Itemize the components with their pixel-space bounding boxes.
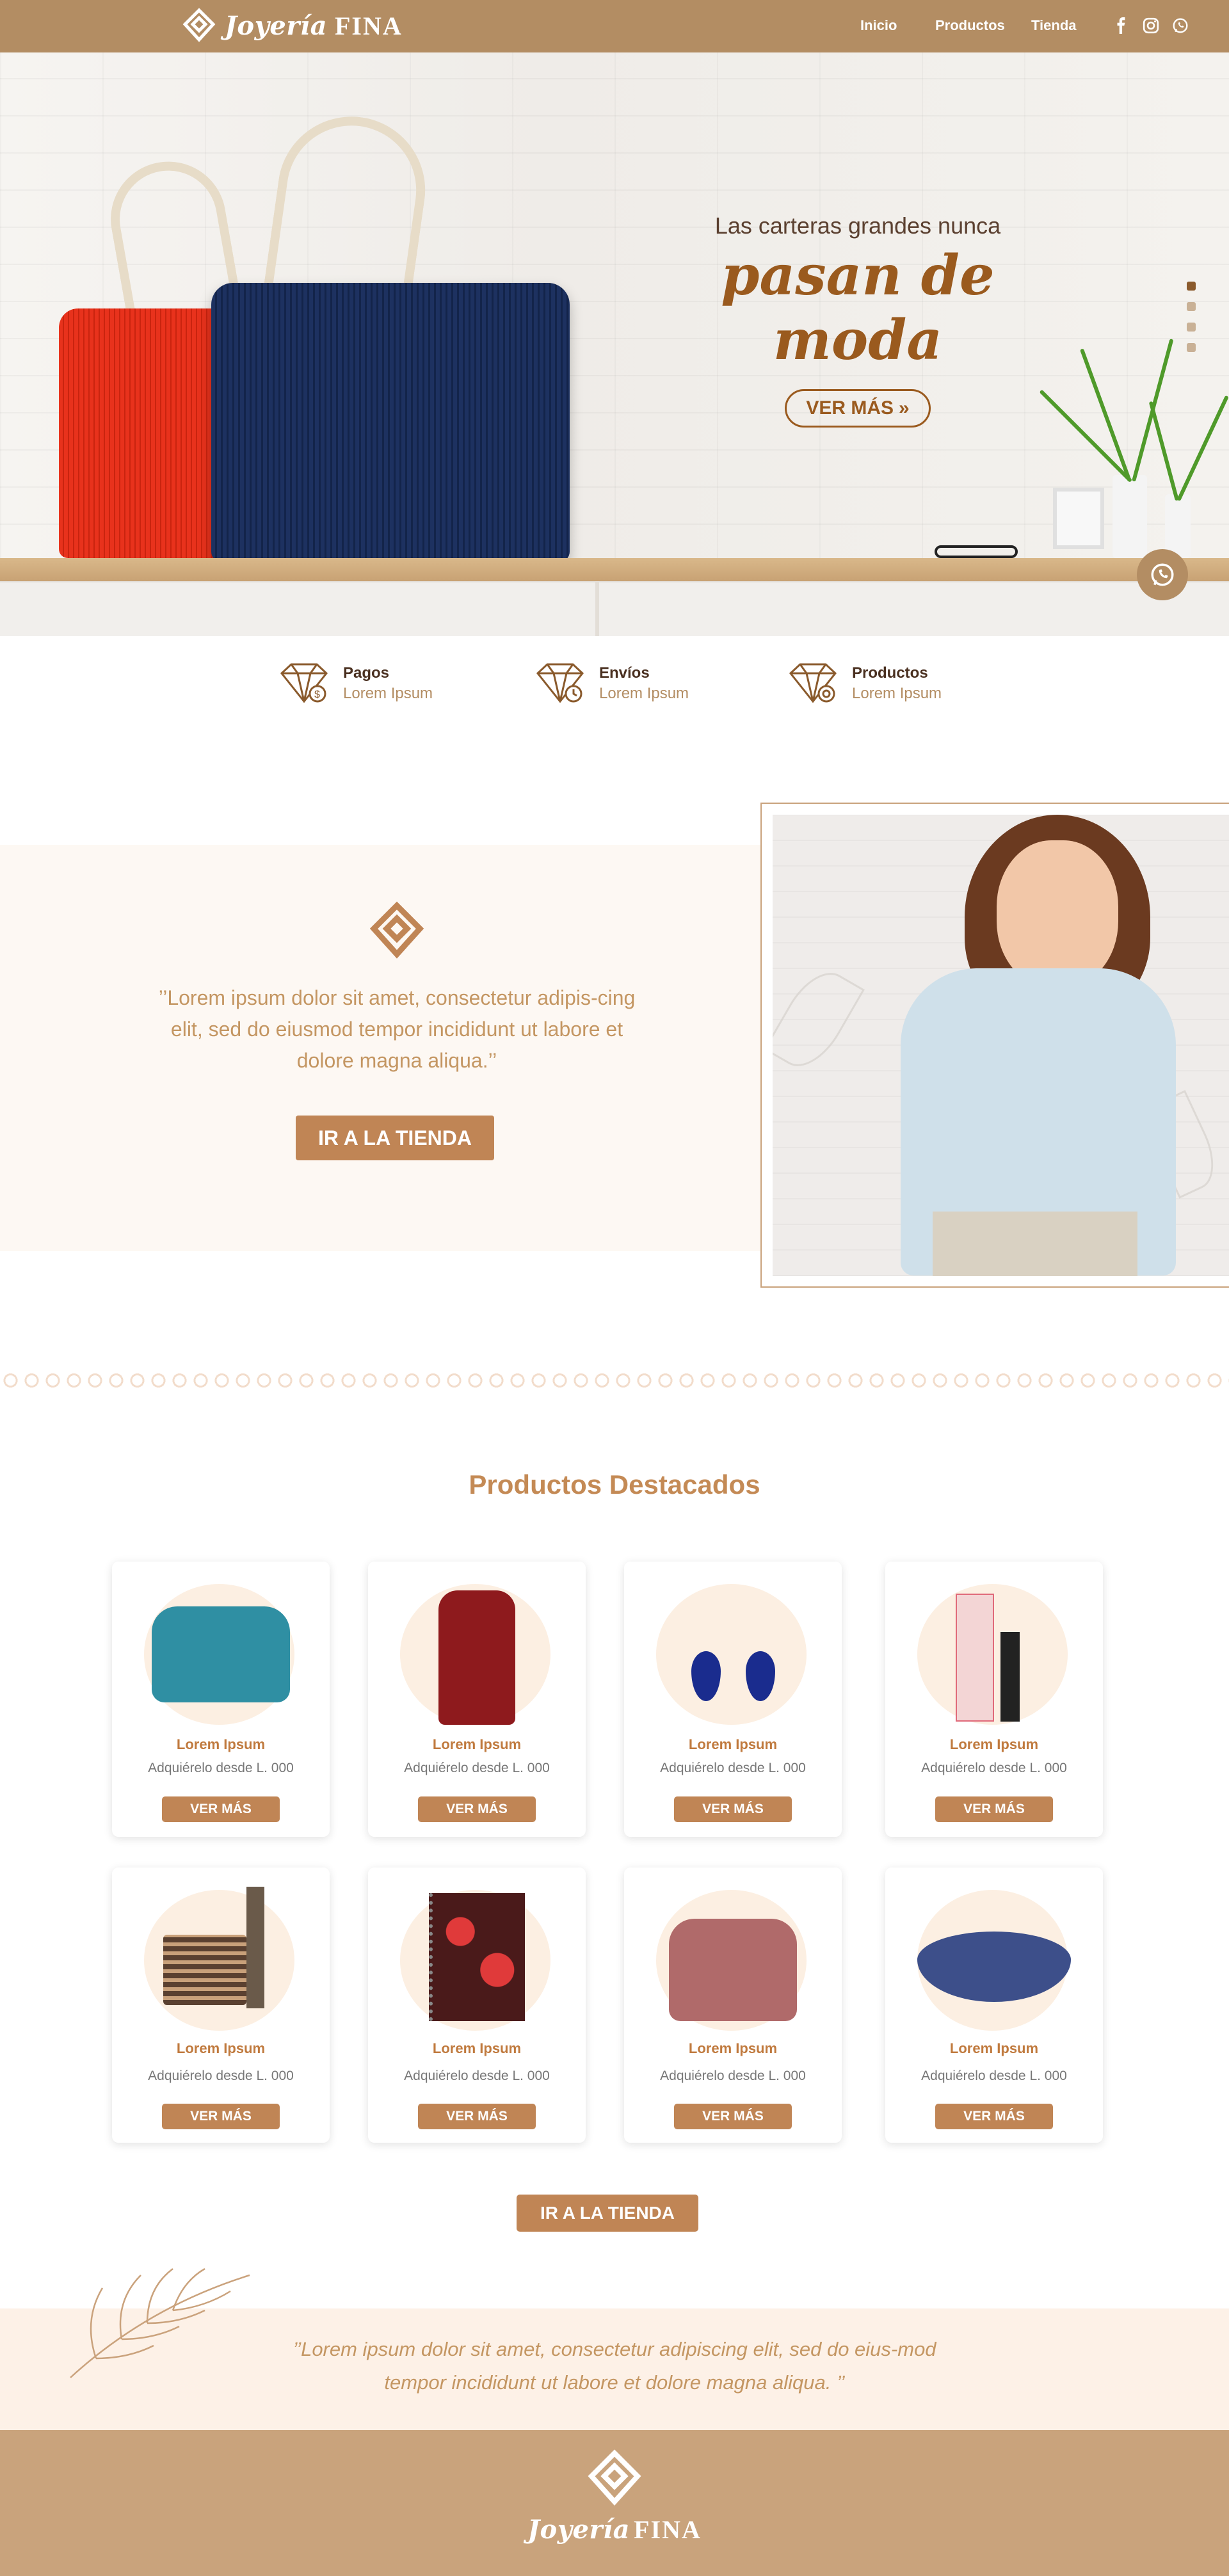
teal-bag-image xyxy=(152,1606,290,1702)
lipstick-box-image xyxy=(956,1594,994,1722)
feature-title: Pagos xyxy=(343,664,390,682)
whatsapp-float-button[interactable] xyxy=(1137,549,1188,600)
about-store-button[interactable]: IR A LA TIENDA xyxy=(296,1116,494,1160)
product-name: Lorem Ipsum xyxy=(176,1736,266,1752)
facebook-icon[interactable] xyxy=(1113,17,1130,35)
hero-subtitle: Las carteras grandes nunca xyxy=(714,212,1001,239)
feature-envios: Envíos Lorem Ipsum xyxy=(531,659,689,708)
product-name: Lorem Ipsum xyxy=(432,2040,522,2056)
whatsapp-icon xyxy=(1151,563,1174,586)
product-name: Lorem Ipsum xyxy=(432,1736,522,1752)
footer-brand-script: Joyería xyxy=(527,2515,631,2545)
nav-productos[interactable]: Productos xyxy=(935,17,1005,34)
carousel-dot[interactable] xyxy=(1187,302,1196,311)
diamond-logo-icon xyxy=(588,2449,641,2506)
testimonial-quote: ’’Lorem ipsum dolor sit amet, consectetu… xyxy=(293,2338,936,2394)
plant-pot xyxy=(1165,494,1191,558)
product-name: Lorem Ipsum xyxy=(176,2040,266,2056)
product-ver-mas-button[interactable]: VER MÁS xyxy=(418,2104,536,2129)
product-ver-mas-button[interactable]: VER MÁS xyxy=(935,2104,1053,2129)
product-card[interactable]: Lorem Ipsum Adquiérelo desde L. 000 VER … xyxy=(885,1868,1103,2143)
svg-text:$: $ xyxy=(314,689,320,700)
belt-image xyxy=(246,1887,264,2008)
product-price: Adquiérelo desde L. 000 xyxy=(921,2068,1067,2083)
photo-frame-decor xyxy=(1053,488,1104,549)
products-title: Productos Destacados xyxy=(469,1469,760,1500)
decorative-pattern-divider xyxy=(0,1370,1229,1391)
product-card[interactable]: Lorem Ipsum Adquiérelo desde L. 000 VER … xyxy=(624,1868,842,2143)
product-name: Lorem Ipsum xyxy=(949,1736,1039,1752)
plant-pot xyxy=(1113,475,1147,558)
footer-logo[interactable]: Joyería FINA xyxy=(0,2448,1229,2545)
top-nav: Joyería FINA Inicio Productos Tienda xyxy=(0,0,1229,52)
feature-pagos: $ Pagos Lorem Ipsum xyxy=(275,659,433,708)
brand-caps: FINA xyxy=(334,11,403,40)
brand-logo[interactable]: Joyería FINA xyxy=(181,8,403,44)
shelf xyxy=(0,558,1229,581)
product-ver-mas-button[interactable]: VER MÁS xyxy=(935,1796,1053,1822)
carousel-dots xyxy=(1187,282,1196,352)
product-name: Lorem Ipsum xyxy=(688,2040,778,2056)
product-price: Adquiérelo desde L. 000 xyxy=(404,1761,550,1775)
social-links xyxy=(1113,17,1189,35)
diamond-logo-icon xyxy=(182,8,216,42)
feature-subtitle: Lorem Ipsum xyxy=(852,685,942,702)
diamond-dollar-icon: $ xyxy=(280,663,328,703)
about-quote: ’’Lorem ipsum dolor sit amet, consectetu… xyxy=(158,986,636,1072)
feature-title: Productos xyxy=(852,664,928,682)
glasses-decor xyxy=(935,545,1018,558)
footer-brand-caps: FINA xyxy=(634,2515,702,2544)
feature-productos: Productos Lorem Ipsum xyxy=(784,659,942,708)
product-price: Adquiérelo desde L. 000 xyxy=(148,1761,294,1775)
product-card[interactable]: Lorem Ipsum Adquiérelo desde L. 000 VER … xyxy=(112,1562,330,1837)
product-name: Lorem Ipsum xyxy=(949,2040,1039,2056)
product-ver-mas-button[interactable]: VER MÁS xyxy=(674,1796,792,1822)
carousel-dot[interactable] xyxy=(1187,323,1196,332)
feature-subtitle: Lorem Ipsum xyxy=(343,685,433,702)
pink-bag-image xyxy=(669,1919,797,2021)
double-chevron-right-icon: » xyxy=(899,397,910,419)
product-ver-mas-button[interactable]: VER MÁS xyxy=(674,2104,792,2129)
diamond-gem-icon xyxy=(789,663,837,703)
model-photo xyxy=(773,815,1229,1276)
lipstick-image xyxy=(1000,1632,1020,1722)
product-ver-mas-button[interactable]: VER MÁS xyxy=(418,1796,536,1822)
product-card[interactable]: Lorem Ipsum Adquiérelo desde L. 000 VER … xyxy=(885,1562,1103,1837)
features-bar: $ Pagos Lorem Ipsum Envíos Lorem Ipsum P… xyxy=(0,659,1229,717)
product-name: Lorem Ipsum xyxy=(688,1736,778,1752)
nav-tienda[interactable]: Tienda xyxy=(1031,17,1077,34)
red-backpack-image xyxy=(438,1590,515,1725)
product-price: Adquiérelo desde L. 000 xyxy=(404,2068,550,2083)
products-store-button[interactable]: IR A LA TIENDA xyxy=(517,2195,698,2232)
whatsapp-icon[interactable] xyxy=(1171,17,1189,35)
hero-copy: Las carteras grandes nunca pasan de moda… xyxy=(634,212,1082,428)
product-price: Adquiérelo desde L. 000 xyxy=(921,1761,1067,1775)
hero-ver-mas-button[interactable]: VER MÁS » xyxy=(785,389,931,428)
feature-title: Envíos xyxy=(599,664,650,682)
belts-image xyxy=(163,1935,246,2005)
hero-title: pasan de moda xyxy=(721,243,995,372)
leaf-decoration-icon xyxy=(70,2268,250,2378)
product-ver-mas-button[interactable]: VER MÁS xyxy=(162,1796,280,1822)
notebook-image xyxy=(429,1893,525,2021)
feature-subtitle: Lorem Ipsum xyxy=(599,685,689,702)
hero-banner: Las carteras grandes nunca pasan de moda… xyxy=(0,52,1229,636)
product-card[interactable]: Lorem Ipsum Adquiérelo desde L. 000 VER … xyxy=(368,1868,586,2143)
hero-button-label: VER MÁS xyxy=(806,397,894,419)
nav-inicio[interactable]: Inicio xyxy=(860,17,897,34)
brand-script: Joyería xyxy=(225,10,327,41)
diamond-clock-icon xyxy=(536,663,584,703)
product-price: Adquiérelo desde L. 000 xyxy=(660,1761,806,1775)
carousel-dot[interactable] xyxy=(1187,282,1196,291)
product-price: Adquiérelo desde L. 000 xyxy=(148,2068,294,2083)
carousel-dot[interactable] xyxy=(1187,343,1196,352)
product-ver-mas-button[interactable]: VER MÁS xyxy=(162,2104,280,2129)
product-card[interactable]: Lorem Ipsum Adquiérelo desde L. 000 VER … xyxy=(112,1868,330,2143)
instagram-icon[interactable] xyxy=(1142,17,1160,35)
product-card[interactable]: Lorem Ipsum Adquiérelo desde L. 000 VER … xyxy=(368,1562,586,1837)
diamond-logo-icon xyxy=(369,901,424,959)
product-price: Adquiérelo desde L. 000 xyxy=(660,2068,806,2083)
product-card[interactable]: Lorem Ipsum Adquiérelo desde L. 000 VER … xyxy=(624,1562,842,1837)
blue-bag-image xyxy=(211,283,570,562)
